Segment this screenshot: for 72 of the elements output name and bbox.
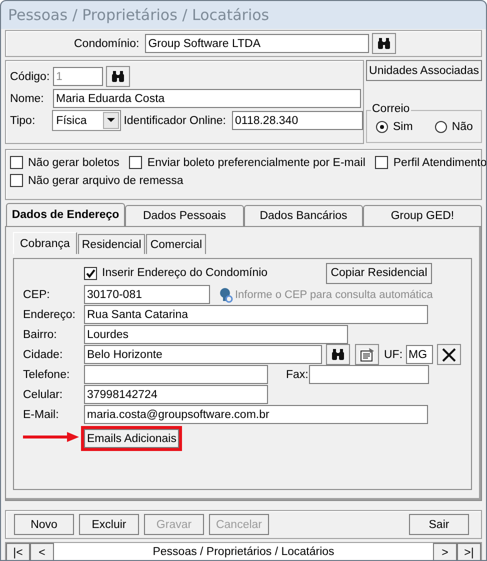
tab[interactable]: Cobrança [13,232,77,254]
input-field[interactable]: MG [406,345,433,364]
radio-button[interactable] [376,121,388,133]
checkbox[interactable] [129,156,142,169]
checkbox[interactable] [10,156,23,169]
next-button[interactable]: > [433,543,457,560]
action-button[interactable]: Sair [409,514,469,535]
binoculars-icon [330,347,346,362]
last-button[interactable]: >| [457,543,481,560]
field-label: Nome: [10,92,45,104]
clear-button[interactable] [436,344,461,365]
input-field[interactable]: Belo Horizonte [84,345,322,364]
field-label: Bairro: [23,328,58,340]
checkbox[interactable] [84,266,97,280]
input-field[interactable]: 37998142724 [84,385,268,404]
radio-label: Sim [393,121,413,133]
checkbox-label: Enviar boleto preferencialmente por E-mail [147,156,366,168]
hint-text: Informe o CEP para consulta automática [235,288,433,300]
action-button[interactable]: Excluir [79,514,139,535]
input-field[interactable]: Group Software LTDA [145,34,370,53]
tab[interactable]: Comercial [146,234,206,254]
binoculars-icon [110,69,126,84]
input-field[interactable] [309,365,429,384]
dropdown[interactable]: Física [52,110,121,131]
check-icon [85,268,96,278]
arrow-icon [23,432,79,442]
dropdown-arrow-icon [106,118,115,123]
field-label: Celular: [23,388,64,400]
close-icon [440,346,457,362]
tab[interactable]: Dados Pessoais [125,205,244,226]
field-label: Telefone: [23,368,71,380]
field-label: Cidade: [23,348,64,360]
checkbox-label: Não gerar arquivo de remessa [28,174,184,186]
input-field[interactable]: 0118.28.340 [232,111,363,130]
field-label: Código: [10,70,51,82]
input-field[interactable]: 30170-081 [84,285,210,304]
navigator-caption: Pessoas / Proprietários / Locatários [54,543,433,560]
checkbox-label: Perfil Atendimento [393,156,486,168]
field-label: Condomínio: [74,38,140,50]
form-icon [359,347,375,362]
group-title: Correio [371,103,411,115]
copy-button[interactable]: Copiar Residencial [326,262,432,284]
previous-button[interactable]: < [30,543,54,560]
tab[interactable]: Group GED! [363,205,482,226]
checkbox-label: Não gerar boletos [28,156,120,168]
radio-label: Não [452,121,473,133]
first-button[interactable]: |< [6,543,30,560]
action-button[interactable]: Novo [14,514,74,535]
pin-icon [219,286,233,302]
radio-button[interactable] [434,121,447,133]
binoculars-icon [376,36,392,51]
field-label: CEP: [23,288,51,300]
tab[interactable]: Residencial [78,234,146,254]
tab[interactable]: Dados de Endereço [6,203,125,226]
input-field[interactable]: maria.costa@groupsoftware.com.br [84,405,428,424]
field-label: Fax: [286,368,309,380]
unidades-button[interactable]: Unidades Associadas [366,60,482,81]
input-field[interactable] [84,365,268,384]
input-field[interactable]: Lourdes [84,325,348,344]
window-title: Pessoas / Proprietários / Locatários [8,6,270,24]
tab[interactable]: Dados Bancários [244,205,363,226]
input-field[interactable]: Maria Eduarda Costa [53,89,361,108]
checkbox[interactable] [375,156,388,169]
input-field[interactable]: Rua Santa Catarina [84,305,428,324]
field-label: E-Mail: [23,408,60,420]
field-label: Endereço: [23,308,76,320]
field-label: Identificador Online: [124,114,226,126]
emails-button[interactable]: Emails Adicionais [84,429,180,448]
field-label: Tipo: [10,114,36,126]
field-label: UF: [384,348,403,360]
checkbox[interactable] [10,174,23,187]
checkbox-label: Inserir Endereço do Condomínio [102,267,268,279]
